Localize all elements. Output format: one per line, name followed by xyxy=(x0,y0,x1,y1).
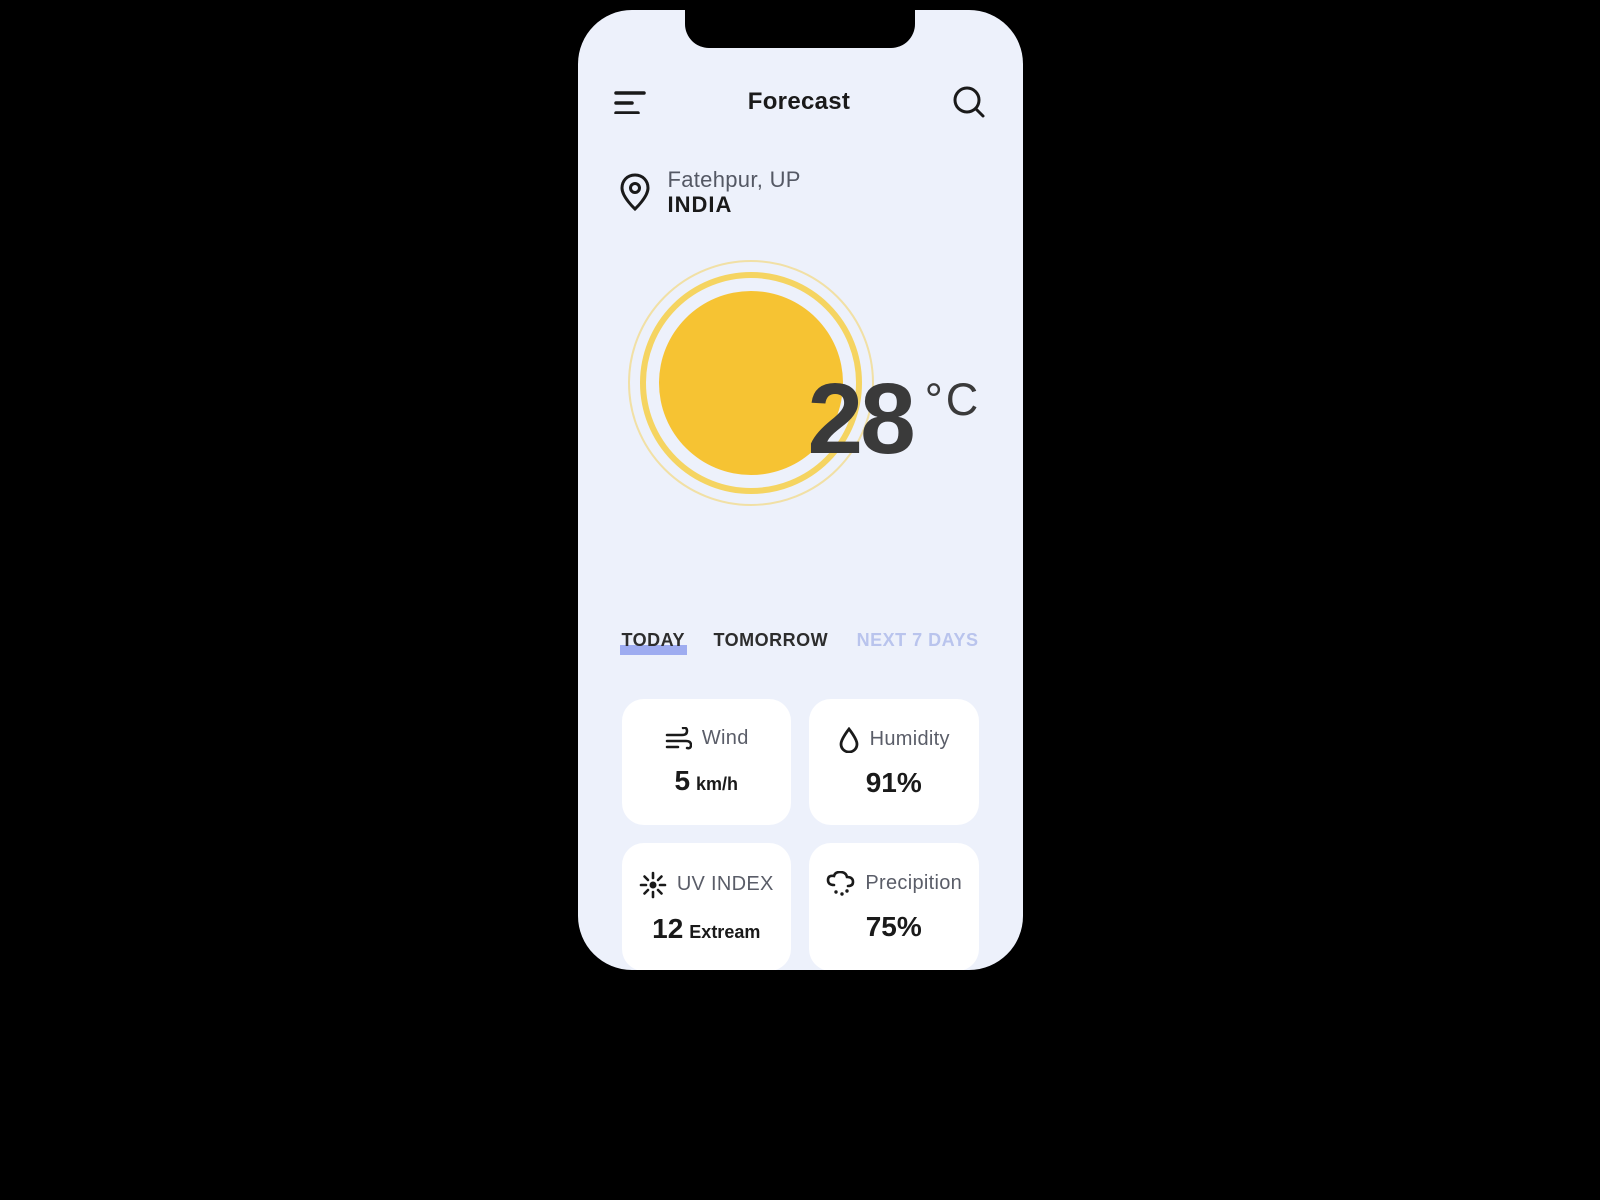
uv-icon xyxy=(639,871,667,899)
location-pin-icon xyxy=(620,173,650,211)
location-row: Fatehpur, UP INDIA xyxy=(578,119,1023,218)
phone-frame: Forecast Fatehpur, UP INDIA xyxy=(578,10,1023,970)
droplet-icon xyxy=(838,727,860,753)
precipitation-value: 75% xyxy=(866,911,922,943)
temperature-unit: °C xyxy=(925,374,982,426)
uv-unit: Extream xyxy=(689,922,760,943)
search-button[interactable] xyxy=(952,85,986,119)
humidity-label: Humidity xyxy=(870,728,950,751)
location-city: Fatehpur, UP xyxy=(668,167,801,192)
forecast-tabs: TODAY TOMORROW NEXT 7 DAYS xyxy=(578,630,1023,651)
wind-unit: km/h xyxy=(696,774,738,795)
phone-notch xyxy=(685,10,915,48)
tab-tomorrow[interactable]: TOMORROW xyxy=(713,630,828,651)
precipitation-label: Precipition xyxy=(865,872,962,895)
menu-icon xyxy=(614,90,646,114)
menu-button[interactable] xyxy=(614,90,646,114)
humidity-value: 91% xyxy=(866,767,922,799)
stat-cards: Wind 5 km/h Humidity 91% xyxy=(578,699,1023,970)
tab-today[interactable]: TODAY xyxy=(622,630,686,651)
wind-icon xyxy=(664,727,692,751)
uv-value: 12 xyxy=(652,913,683,945)
location-text: Fatehpur, UP INDIA xyxy=(668,167,801,218)
card-uv: UV INDEX 12 Extream xyxy=(622,843,792,970)
card-precipitation: Precipition 75% xyxy=(809,843,979,970)
uv-label: UV INDEX xyxy=(677,873,774,896)
card-wind: Wind 5 km/h xyxy=(622,699,792,825)
wind-label: Wind xyxy=(702,727,749,750)
current-weather: 28 °C xyxy=(578,258,1023,558)
temperature-row: 28 °C xyxy=(808,374,982,464)
search-icon xyxy=(952,85,986,119)
card-humidity: Humidity 91% xyxy=(809,699,979,825)
temperature-value: 28 xyxy=(808,374,913,464)
tab-next7days[interactable]: NEXT 7 DAYS xyxy=(857,630,979,651)
precipitation-icon xyxy=(825,871,855,897)
location-country: INDIA xyxy=(668,192,801,217)
wind-value: 5 xyxy=(674,765,690,797)
page-title: Forecast xyxy=(748,88,850,116)
